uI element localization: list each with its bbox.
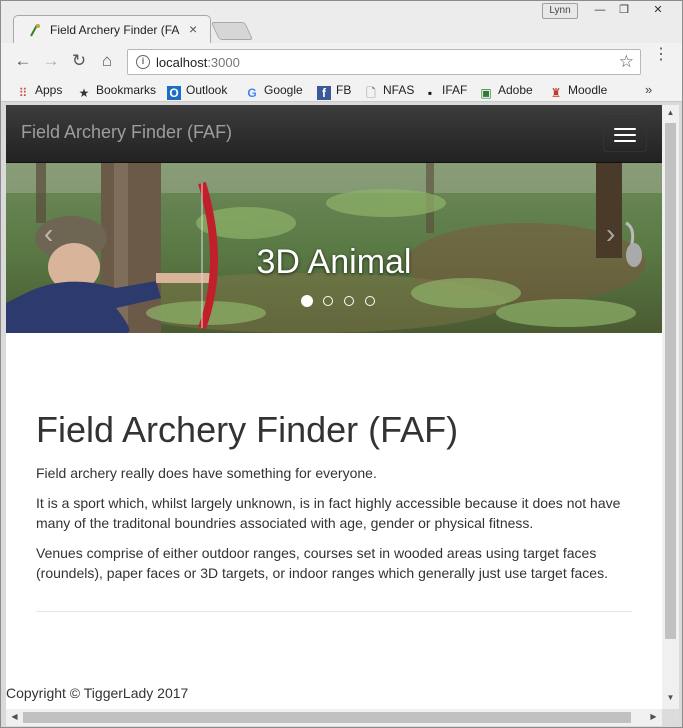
site-navbar: Field Archery Finder (FAF) — [6, 105, 662, 163]
bookmark-label: NFAS — [383, 83, 415, 97]
bookmark-label: FB — [336, 83, 352, 97]
hamburger-bar — [614, 128, 636, 130]
url-host: localhost — [156, 55, 208, 70]
adobe-icon: ▣ — [480, 86, 492, 100]
bookmark-apps[interactable]: ⠿ Apps — [16, 83, 63, 100]
browser-menu-icon[interactable]: ⋮ — [653, 47, 669, 63]
page-viewport: Field Archery Finder (FAF) ‹ › 3D Animal… — [6, 105, 662, 709]
close-window-button[interactable]: ✕ — [645, 3, 671, 19]
scroll-left-arrow-icon[interactable]: ◀ — [6, 712, 23, 721]
navbar-toggle-button[interactable] — [603, 116, 647, 152]
tab-close-icon[interactable]: × — [189, 21, 197, 37]
bookmark-label: Moodle — [568, 83, 608, 97]
carousel-caption: 3D Animal — [256, 243, 412, 281]
bookmark-label: Bookmarks — [96, 83, 157, 97]
user-profile-badge[interactable]: Lynn — [542, 3, 578, 19]
bookmark-fb[interactable]: f FB — [317, 83, 352, 100]
outlook-icon: O — [167, 86, 181, 100]
carousel-indicator[interactable] — [323, 296, 333, 306]
new-tab-button[interactable] — [210, 22, 254, 40]
google-icon: G — [247, 86, 257, 100]
copyright-footer: Copyright © TiggerLady 2017 — [6, 685, 189, 701]
moodle-icon: ♜ — [550, 86, 562, 100]
restore-button[interactable]: ❐ — [611, 3, 637, 19]
browser-window: Field Archery Finder (FAF) × Lynn — ❐ ✕ … — [0, 0, 683, 728]
bookmarks-overflow-icon[interactable]: » — [645, 82, 652, 97]
content-divider — [36, 611, 632, 612]
bookmarks-bar: ⠿ Apps ★ Bookmarks O Outlook G Google f FB 🗋 N… — [1, 80, 682, 102]
archery-favicon-icon — [30, 24, 40, 37]
url-port: :3000 — [207, 55, 240, 70]
scroll-right-arrow-icon[interactable]: ▶ — [645, 712, 662, 721]
bookmark-moodle[interactable]: ♜ Moodle — [549, 83, 608, 100]
accessibility-paragraph: It is a sport which, whilst largely unkn… — [36, 495, 621, 531]
horizontal-scrollbar[interactable]: ◀ ▶ — [6, 709, 662, 726]
bookmark-star-icon[interactable]: ☆ — [619, 52, 634, 72]
image-carousel[interactable]: ‹ › 3D Animal — [6, 163, 662, 333]
bookmark-label: IFAF — [442, 83, 468, 97]
minimize-button[interactable]: — — [587, 3, 613, 19]
scroll-up-arrow-icon[interactable]: ▲ — [662, 108, 679, 117]
bookmark-nfas[interactable]: 🗋 NFAS — [364, 83, 415, 100]
bbc-icon: ▪ — [427, 86, 433, 100]
page-title: Field Archery Finder (FAF) — [36, 409, 459, 450]
intro-paragraph: Field archery really does have something… — [36, 465, 377, 481]
title-bar: Field Archery Finder (FAF) × Lynn — ❐ ✕ — [1, 1, 682, 44]
reload-icon[interactable]: ↻ — [69, 51, 89, 71]
tab-title: Field Archery Finder (FAF) — [50, 23, 180, 37]
scrollbar-corner — [662, 709, 679, 726]
bookmark-ifaf[interactable]: ▪ IFAF — [423, 83, 468, 100]
carousel-indicator[interactable] — [365, 296, 375, 306]
site-info-icon[interactable]: i — [136, 55, 150, 69]
bookmark-google[interactable]: G Google — [245, 83, 303, 100]
bookmark-label: Adobe — [498, 83, 533, 97]
carousel-indicator[interactable] — [344, 296, 354, 306]
home-icon[interactable]: ⌂ — [97, 51, 117, 71]
bookmark-label: Google — [264, 83, 303, 97]
main-content: Field Archery Finder (FAF) Field archery… — [36, 405, 636, 593]
bookmark-label: Apps — [35, 83, 63, 97]
bookmark-adobe[interactable]: ▣ Adobe — [479, 83, 533, 100]
carousel-indicators — [301, 295, 381, 308]
bookmark-outlook[interactable]: O Outlook — [167, 83, 228, 100]
venues-paragraph: Venues comprise of either outdoor ranges… — [36, 545, 608, 581]
page-icon: 🗋 — [366, 86, 376, 100]
browser-tab[interactable]: Field Archery Finder (FAF) × — [13, 15, 211, 44]
url-text[interactable]: localhost:3000 — [156, 55, 240, 70]
apps-grid-icon: ⠿ — [18, 86, 28, 100]
bookmark-label: Outlook — [186, 83, 228, 97]
navbar-brand[interactable]: Field Archery Finder (FAF) — [21, 122, 232, 143]
hamburger-bar — [614, 134, 636, 136]
facebook-icon: f — [317, 86, 331, 100]
hamburger-bar — [614, 140, 636, 142]
back-icon[interactable]: ← — [13, 51, 33, 71]
vertical-scroll-thumb[interactable] — [665, 123, 676, 639]
star-icon: ★ — [78, 86, 90, 100]
carousel-indicator[interactable] — [301, 295, 313, 307]
bookmark-bookmarks[interactable]: ★ Bookmarks — [77, 83, 157, 100]
forward-icon[interactable]: → — [41, 51, 61, 71]
browser-toolbar: ← → ↻ ⌂ i localhost:3000 ☆ ⋮ — [1, 43, 682, 80]
scroll-down-arrow-icon[interactable]: ▼ — [662, 693, 679, 702]
address-bar[interactable]: i localhost:3000 ☆ — [127, 49, 641, 75]
horizontal-scroll-thumb[interactable] — [23, 712, 631, 723]
vertical-scrollbar[interactable]: ▲ ▼ — [662, 105, 679, 709]
